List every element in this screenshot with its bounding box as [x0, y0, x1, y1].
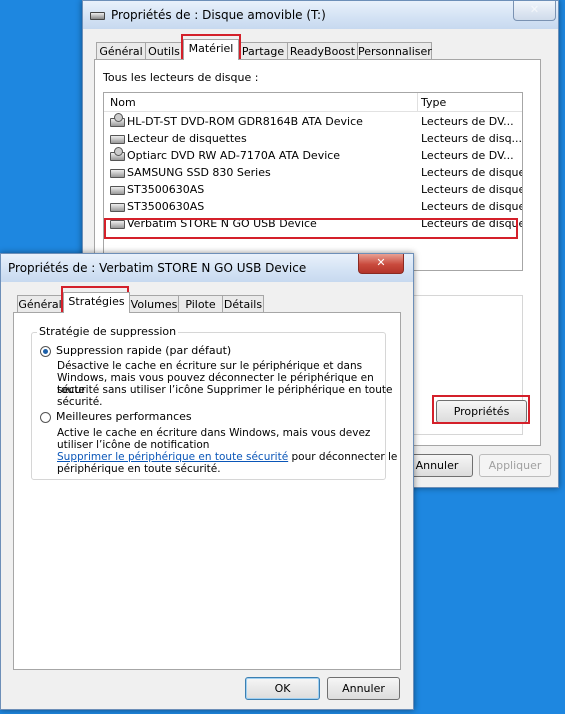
column-divider: [417, 93, 418, 111]
drives-list[interactable]: Nom Type HL-DT-ST DVD-ROM GDR8164B ATA D…: [103, 92, 523, 271]
tab-personnaliser[interactable]: Personnaliser: [357, 42, 432, 60]
front-titlebar: Propriétés de : Verbatim STORE N GO USB …: [1, 254, 413, 282]
tab-volumes[interactable]: Volumes: [129, 295, 179, 313]
front-window-title: Propriétés de : Verbatim STORE N GO USB …: [8, 261, 307, 275]
list-item[interactable]: ST3500630AS Lecteurs de disque: [104, 198, 522, 215]
column-header-name[interactable]: Nom: [110, 96, 136, 109]
front-window: Propriétés de : Verbatim STORE N GO USB …: [0, 253, 414, 710]
device-type: Lecteurs de disque: [421, 183, 523, 196]
back-titlebar: Propriétés de : Disque amovible (T:) ✕: [83, 1, 558, 29]
tab-pilote[interactable]: Pilote: [178, 295, 223, 313]
removal-policy-label: Stratégie de suppression: [37, 325, 179, 338]
back-tabs: Général Outils Matériel Partage ReadyBoo…: [96, 39, 536, 61]
better-performance-desc-4: périphérique en toute sécurité.: [57, 463, 221, 475]
back-window-title: Propriétés de : Disque amovible (T:): [111, 8, 326, 22]
tab-general[interactable]: Général: [17, 295, 63, 313]
ok-button[interactable]: OK: [245, 677, 320, 700]
device-type: Lecteurs de disque: [421, 200, 523, 213]
floppy-drive-icon: [110, 135, 125, 144]
list-item[interactable]: SAMSUNG SSD 830 Series Lecteurs de disqu…: [104, 164, 522, 181]
disc-icon: [114, 147, 123, 156]
quick-removal-label[interactable]: Suppression rapide (par défaut): [56, 344, 231, 357]
removable-drive-icon: [90, 12, 105, 20]
list-item[interactable]: ST3500630AS Lecteurs de disque: [104, 181, 522, 198]
better-performance-label[interactable]: Meilleures performances: [56, 410, 192, 423]
quick-removal-desc-4: sécurité.: [57, 396, 103, 408]
disk-drive-icon: [110, 169, 125, 178]
close-button[interactable]: ✕: [513, 1, 556, 21]
list-item[interactable]: HL-DT-ST DVD-ROM GDR8164B ATA Device Lec…: [104, 113, 522, 130]
tab-partage[interactable]: Partage: [238, 42, 288, 60]
safely-remove-link[interactable]: Supprimer le périphérique en toute sécur…: [57, 451, 288, 463]
tab-outils[interactable]: Outils: [145, 42, 183, 60]
quick-removal-radio[interactable]: [40, 346, 51, 357]
device-type: Lecteurs de disque: [421, 166, 523, 179]
tab-details[interactable]: Détails: [222, 295, 264, 313]
better-performance-desc-1: Active le cache en écriture dans Windows…: [57, 427, 371, 439]
close-icon: ✕: [529, 3, 540, 16]
front-tab-panel: Stratégie de suppression Suppression rap…: [13, 312, 401, 670]
list-item[interactable]: Lecteur de disquettes Lecteurs de disq..…: [104, 130, 522, 147]
list-header: Nom Type: [104, 93, 522, 112]
quick-removal-desc-1: Désactive le cache en écriture sur le pé…: [57, 360, 363, 372]
column-header-type[interactable]: Type: [421, 96, 446, 109]
properties-button-highlight: [432, 395, 530, 424]
apply-button[interactable]: Appliquer: [479, 454, 551, 477]
device-name: Optiarc DVD RW AD-7170A ATA Device: [127, 149, 341, 162]
device-type: Lecteurs de disq...: [421, 132, 523, 145]
tab-readyboost[interactable]: ReadyBoost: [287, 42, 358, 60]
safely-remove-line: Supprimer le périphérique en toute sécur…: [57, 451, 397, 463]
disk-drive-icon: [110, 186, 125, 195]
tab-strategies[interactable]: Stratégies: [63, 292, 130, 313]
close-icon: ✕: [376, 256, 386, 269]
cancel-button[interactable]: Annuler: [327, 677, 400, 700]
better-performance-desc-2: utiliser l’icône de notification: [57, 439, 210, 451]
all-drives-label: Tous les lecteurs de disque :: [103, 71, 259, 84]
disc-icon: [114, 113, 123, 122]
quick-removal-desc-3: sécurité sans utiliser l’icône Supprimer…: [57, 384, 393, 396]
front-tabs: Général Stratégies Volumes Pilote Détail…: [17, 292, 264, 314]
after-link-text: pour déconnecter le: [288, 451, 398, 463]
tab-materiel[interactable]: Matériel: [183, 39, 239, 60]
device-name: ST3500630AS: [127, 200, 205, 213]
close-button[interactable]: ✕: [358, 254, 404, 274]
device-type: Lecteurs de DV...: [421, 149, 514, 162]
device-name: ST3500630AS: [127, 183, 205, 196]
disk-drive-icon: [110, 203, 125, 212]
tab-general[interactable]: Général: [96, 42, 146, 60]
better-performance-radio[interactable]: [40, 412, 51, 423]
verbatim-row-highlight: [104, 218, 518, 239]
list-item[interactable]: Optiarc DVD RW AD-7170A ATA Device Lecte…: [104, 147, 522, 164]
device-type: Lecteurs de DV...: [421, 115, 514, 128]
device-name: HL-DT-ST DVD-ROM GDR8164B ATA Device: [127, 115, 363, 128]
device-name: Lecteur de disquettes: [127, 132, 247, 145]
device-name: SAMSUNG SSD 830 Series: [127, 166, 271, 179]
